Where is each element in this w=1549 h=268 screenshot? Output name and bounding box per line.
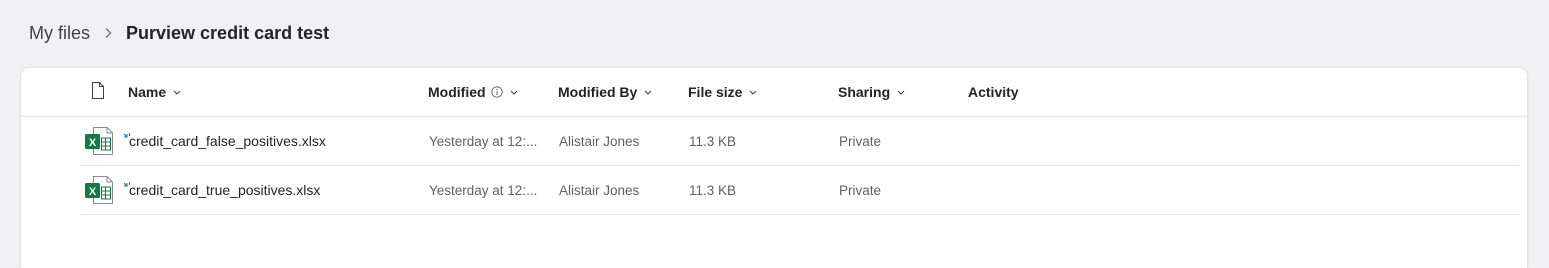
breadcrumb-my-files[interactable]: My files	[29, 23, 90, 44]
file-list-panel: Name Modified Modified By File size Shar…	[21, 68, 1527, 268]
table-row[interactable]: X credit_card_false_positives.xlsx Yeste…	[81, 117, 1519, 166]
sharing-status[interactable]: Private	[839, 166, 881, 214]
column-header-sharing[interactable]: Sharing	[838, 68, 905, 116]
column-header-row: Name Modified Modified By File size Shar…	[21, 68, 1527, 117]
excel-file-icon: X	[84, 126, 114, 156]
excel-file-icon: X	[84, 175, 114, 205]
column-header-file-size[interactable]: File size	[688, 68, 757, 116]
file-name-link[interactable]: credit_card_false_positives.xlsx	[129, 117, 326, 165]
file-name-link[interactable]: credit_card_true_positives.xlsx	[129, 166, 320, 214]
breadcrumb: My files Purview credit card test	[29, 20, 329, 46]
file-size-value: 11.3 KB	[689, 182, 737, 198]
table-row[interactable]: X credit_card_true_positives.xlsx Yester…	[81, 166, 1519, 215]
info-icon[interactable]	[490, 86, 503, 98]
chevron-down-icon	[644, 90, 652, 95]
column-header-modified-by[interactable]: Modified By	[558, 68, 652, 116]
svg-text:X: X	[89, 137, 97, 149]
svg-text:X: X	[89, 186, 97, 198]
chevron-down-icon	[749, 90, 757, 95]
column-header-activity: Activity	[968, 84, 1019, 100]
chevron-down-icon	[510, 90, 518, 95]
modified-date: Yesterday at 12:...	[429, 182, 538, 198]
modified-date: Yesterday at 12:...	[429, 133, 538, 149]
file-type-column-header[interactable]	[91, 68, 105, 116]
document-icon	[91, 82, 105, 102]
column-header-name[interactable]: Name	[128, 68, 181, 116]
modified-by-name[interactable]: Alistair Jones	[559, 117, 639, 165]
breadcrumb-current-folder: Purview credit card test	[126, 22, 330, 43]
sharing-status[interactable]: Private	[839, 117, 881, 165]
chevron-right-icon	[104, 27, 112, 39]
modified-by-name[interactable]: Alistair Jones	[559, 166, 639, 214]
chevron-down-icon	[173, 90, 181, 95]
file-size-value: 11.3 KB	[689, 133, 737, 149]
chevron-down-icon	[897, 90, 905, 95]
column-header-modified[interactable]: Modified	[428, 68, 518, 116]
